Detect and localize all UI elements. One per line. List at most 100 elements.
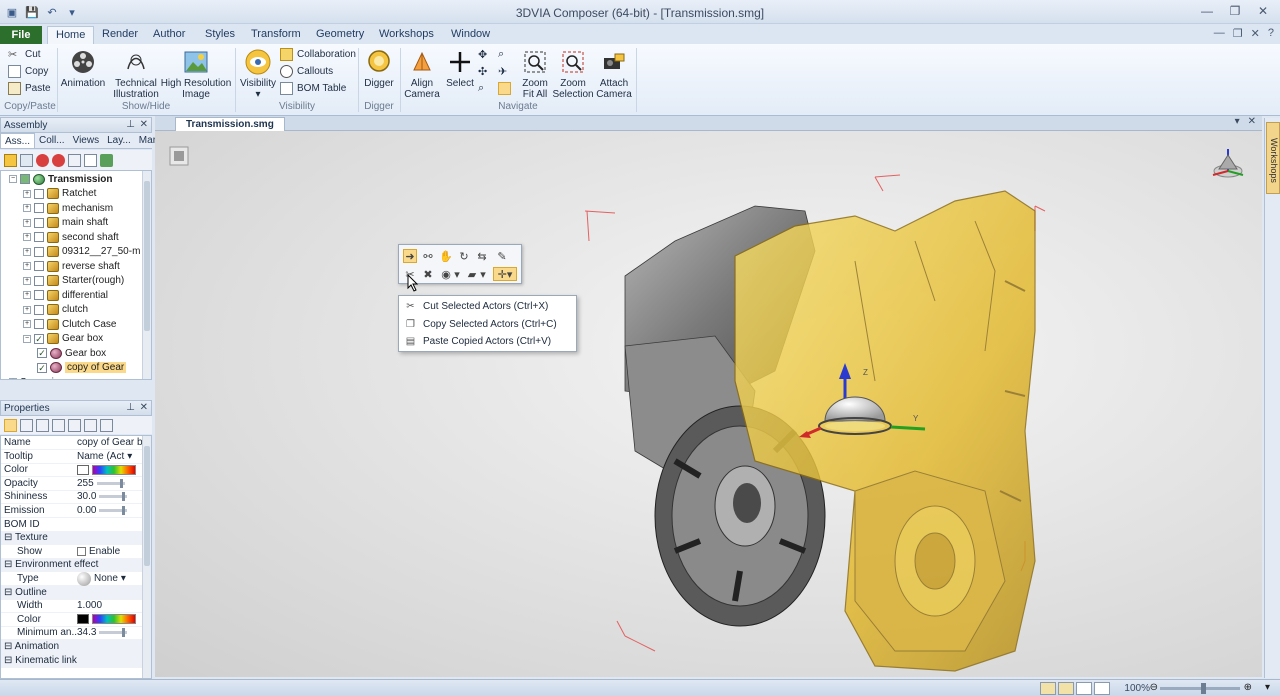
animation-button[interactable]: Animation (60, 48, 106, 89)
property-category[interactable]: ⊟ Animation (1, 640, 144, 654)
render-mode-icon[interactable] (1040, 682, 1056, 695)
property-slider[interactable] (99, 506, 128, 515)
copy-button[interactable]: Copy (8, 65, 48, 78)
visibility-button[interactable]: Visibility ▾ (238, 48, 278, 100)
transform-icon[interactable]: ✛▾ (493, 267, 517, 281)
tab-workshops[interactable]: Workshops (371, 26, 442, 44)
pick-tool-icon[interactable]: ✎ (495, 249, 509, 263)
property-category[interactable]: ⊟ Outline (1, 585, 144, 600)
tree-item[interactable]: +Scenarios (9, 375, 64, 379)
tree-item[interactable]: + reverse shaft (23, 259, 120, 273)
property-value[interactable]: 0.00 (77, 505, 144, 516)
property-value[interactable]: 255 (77, 478, 144, 489)
close-icon[interactable]: ✕ (140, 402, 148, 413)
tree-item[interactable]: + Starter(rough) (23, 274, 124, 288)
expand-toggle-icon[interactable]: − (23, 334, 31, 343)
tree-item[interactable]: + Ratchet (23, 187, 96, 201)
expand-toggle-icon[interactable]: + (23, 247, 31, 256)
visibility-checkbox[interactable]: ✓ (37, 362, 47, 373)
ribbon-close-icon[interactable]: ✕ (1251, 27, 1260, 40)
move-actor-icon[interactable]: ➜ (403, 249, 417, 263)
bom-table-button[interactable]: BOM Table (280, 82, 346, 95)
navigate-highlight-button[interactable] (498, 82, 511, 95)
remove-icon[interactable] (52, 153, 65, 167)
workshops-sidebar-tab[interactable]: Workshops (1266, 122, 1280, 194)
group-tool-icon[interactable] (20, 153, 33, 167)
collapse-icon[interactable]: ⊟ (4, 532, 15, 543)
tree-item[interactable]: + clutch (23, 303, 88, 317)
dropdown-arrow-icon[interactable]: ▾ (121, 573, 126, 584)
tree-item[interactable]: +09312__27_50-m (23, 245, 140, 259)
pan-button[interactable]: ✣ (478, 65, 491, 78)
tree-item[interactable]: + differential (23, 288, 108, 302)
pin-icon[interactable]: ⊥ (126, 119, 135, 130)
property-value[interactable]: Name (Act ▾ (77, 451, 144, 462)
property-row[interactable]: Type None ▾ (1, 571, 144, 586)
pick-icon[interactable] (84, 418, 97, 432)
property-value[interactable] (77, 614, 144, 625)
color-swatch[interactable] (77, 614, 89, 625)
tree-item[interactable]: + main shaft (23, 216, 108, 230)
visibility-checkbox[interactable] (34, 246, 44, 257)
property-value[interactable]: Enable (77, 546, 144, 557)
minimize-icon[interactable]: — (1194, 2, 1220, 20)
dropdown-arrow-icon[interactable]: ▾ (479, 267, 487, 281)
properties-scrollbar[interactable] (142, 436, 151, 678)
tab-file[interactable]: File (0, 26, 42, 44)
property-row[interactable]: Emission 0.00 (1, 504, 144, 518)
expand-toggle-icon[interactable]: + (23, 189, 31, 198)
lighting-icon[interactable] (1058, 682, 1074, 695)
visibility-checkbox[interactable] (20, 174, 30, 184)
tab-list-icon[interactable]: ▾ (1235, 116, 1240, 127)
property-row[interactable]: Opacity 255 (1, 477, 144, 491)
link-actor-icon[interactable]: ⚯ (421, 249, 435, 263)
undo-property-icon[interactable] (36, 418, 49, 432)
visibility-checkbox[interactable] (34, 275, 44, 286)
restore-icon[interactable]: ❐ (1222, 2, 1248, 20)
expand-toggle-icon[interactable]: + (23, 262, 31, 270)
menu-item-copy[interactable]: ❐ Copy Selected Actors (Ctrl+C) (399, 316, 576, 333)
close-icon[interactable]: ✕ (1250, 2, 1276, 20)
expand-toggle-icon[interactable]: − (9, 175, 17, 183)
expand-toggle-icon[interactable]: + (23, 233, 31, 241)
select-button[interactable]: Select (444, 48, 476, 89)
tab-layers[interactable]: Lay... (103, 133, 135, 148)
tab-author[interactable]: Author (145, 26, 193, 44)
collapse-icon[interactable]: ⊟ (4, 641, 15, 652)
property-value[interactable]: None ▾ (77, 571, 144, 586)
fly-button[interactable]: ✈ (498, 65, 511, 78)
color-palette[interactable] (92, 614, 136, 625)
property-row[interactable]: Color (1, 613, 144, 627)
help-icon[interactable]: ? (1268, 27, 1274, 40)
tab-views[interactable]: Views (69, 133, 104, 148)
columns-icon[interactable] (84, 153, 97, 167)
color-palette[interactable] (92, 464, 136, 475)
rotate-button[interactable]: ✥ (478, 48, 491, 61)
zoom-out-icon[interactable]: ⊖ (1150, 682, 1158, 693)
3d-viewport[interactable]: Z Y (155, 131, 1262, 677)
refresh-icon[interactable] (68, 418, 81, 432)
tab-assembly[interactable]: Ass... (0, 133, 36, 148)
delete-icon[interactable]: ✖ (421, 267, 435, 281)
attach-camera-button[interactable]: Attach Camera (594, 48, 634, 100)
property-category[interactable]: ⊟ Texture (1, 531, 144, 546)
collapse-icon[interactable]: ⊟ (4, 587, 15, 598)
dropdown-arrow-icon[interactable]: ▾ (453, 267, 461, 281)
visibility-checkbox[interactable] (34, 261, 44, 271)
color-swatch[interactable] (77, 464, 89, 475)
property-row[interactable]: Show Enable (1, 545, 144, 559)
property-row[interactable]: Shininess 30.0 (1, 490, 144, 505)
property-slider[interactable] (99, 492, 128, 502)
tab-transform[interactable]: Transform (243, 26, 309, 44)
tab-window[interactable]: Window (443, 26, 498, 44)
visibility-checkbox[interactable] (34, 217, 44, 228)
paste-button[interactable]: Paste (8, 82, 51, 95)
property-row[interactable]: Width 1.000 (1, 599, 144, 614)
grid-icon[interactable] (1076, 682, 1092, 695)
ribbon-minimize-icon[interactable]: — (1214, 27, 1225, 40)
mirror-icon[interactable]: ⇆ (475, 249, 489, 263)
property-row[interactable]: Minimum an... 34.3 (1, 626, 144, 641)
align-camera-button[interactable]: Align Camera (402, 48, 442, 100)
categorized-icon[interactable] (4, 418, 17, 432)
callouts-button[interactable]: Callouts (280, 65, 333, 78)
